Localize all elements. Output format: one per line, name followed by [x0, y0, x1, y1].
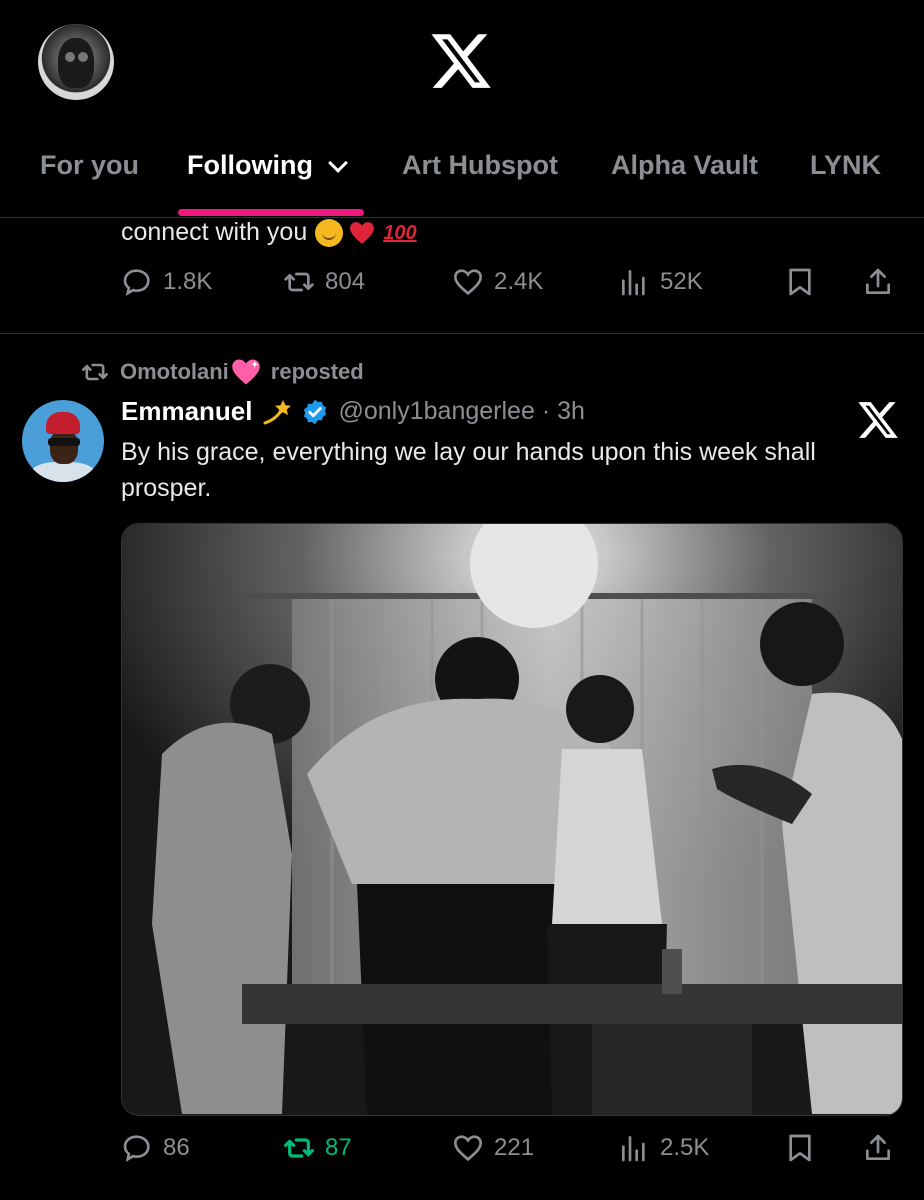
tweet-time: 3h	[557, 397, 585, 425]
tab-label: Following	[187, 150, 313, 180]
repost-icon	[284, 1138, 314, 1158]
bookmark-button[interactable]	[784, 1132, 826, 1164]
like-button[interactable]: 2.4K	[452, 266, 543, 298]
like-count: 221	[494, 1134, 535, 1161]
share-button[interactable]	[862, 266, 904, 298]
divider	[0, 333, 924, 334]
repost-context[interactable]: Omotolani reposted	[80, 358, 364, 386]
tab-label: LYNK	[810, 150, 882, 180]
heart-icon	[453, 269, 483, 296]
heart-icon	[453, 1135, 483, 1162]
repost-icon	[284, 272, 314, 292]
chevron-down-icon[interactable]	[328, 153, 348, 173]
handle-text: @only1bangerlee	[338, 397, 535, 425]
repost-icon	[82, 363, 108, 381]
repost-count: 804	[325, 268, 366, 295]
profile-avatar[interactable]	[38, 24, 114, 100]
time-separator: ·	[541, 397, 551, 425]
views-count: 52K	[660, 268, 703, 295]
tab-label: For you	[40, 150, 139, 180]
x-logo-icon[interactable]	[428, 28, 494, 94]
repost-button[interactable]: 87	[283, 1132, 352, 1164]
author-line: Emmanuel @only1bangerlee · 3h	[121, 396, 585, 427]
timeline-tabs: For you Following Art Hubspot Alpha Vaul…	[0, 140, 924, 200]
tweet-media-image[interactable]	[121, 523, 903, 1116]
tab-lynk[interactable]: LYNK	[810, 150, 881, 181]
tab-following[interactable]: Following	[187, 150, 348, 181]
tweet-actions: 1.8K 804 2.4K 52K	[0, 266, 924, 310]
like-button[interactable]: 221	[452, 1132, 534, 1164]
avatar-face	[50, 430, 78, 464]
reply-button[interactable]: 1.8K	[121, 266, 212, 298]
repost-label: reposted	[270, 359, 364, 384]
hundred-points-icon: 100	[383, 221, 417, 244]
repost-count: 87	[325, 1134, 352, 1161]
author-handle: @only1bangerlee · 3h	[339, 397, 585, 426]
avatar-hat	[46, 412, 80, 434]
tweet-text: connect with you 100	[121, 218, 417, 248]
tweet-text-content: connect with you	[121, 218, 308, 246]
prayer-photo	[122, 524, 902, 1115]
avatar-eye	[78, 52, 88, 62]
bookmark-button[interactable]	[784, 266, 826, 298]
views-icon	[622, 1136, 645, 1162]
bookmark-icon	[789, 1134, 811, 1162]
sparkling-heart-icon	[232, 359, 260, 385]
reply-count: 1.8K	[163, 268, 213, 295]
views-count: 2.5K	[660, 1134, 710, 1161]
top-bar: For you Following Art Hubspot Alpha Vaul…	[0, 0, 924, 218]
views-button[interactable]: 52K	[618, 266, 703, 298]
like-count: 2.4K	[494, 268, 544, 295]
author-avatar[interactable]	[22, 400, 104, 482]
reply-button[interactable]: 86	[121, 1132, 190, 1164]
tab-label: Art Hubspot	[402, 150, 558, 180]
hugging-face-icon	[315, 219, 344, 248]
tab-art-hubspot[interactable]: Art Hubspot	[402, 150, 558, 181]
views-button[interactable]: 2.5K	[618, 1132, 709, 1164]
reply-icon	[123, 269, 150, 297]
avatar-shirt	[30, 462, 96, 482]
avatar-figure	[58, 38, 94, 88]
tab-label: Alpha Vault	[611, 150, 759, 180]
red-heart-icon	[350, 222, 375, 245]
views-icon	[622, 270, 645, 296]
verified-badge-icon	[303, 399, 326, 424]
tab-for-you[interactable]: For you	[40, 150, 139, 181]
share-button[interactable]	[862, 1132, 904, 1164]
tweet-actions: 86 87 221 2.5K	[0, 1132, 924, 1176]
bookmark-icon	[789, 268, 811, 296]
avatar-glasses	[48, 438, 80, 446]
reply-count: 86	[163, 1134, 190, 1161]
active-tab-indicator	[178, 209, 364, 216]
dizzy-icon	[263, 399, 291, 424]
avatar-eye	[65, 52, 75, 62]
tab-alpha-vault[interactable]: Alpha Vault	[611, 150, 758, 181]
share-icon	[866, 268, 890, 294]
tweet-text: By his grace, everything we lay our hand…	[121, 438, 816, 502]
author-name[interactable]: Emmanuel	[121, 396, 253, 427]
reply-icon	[123, 1135, 150, 1163]
repost-user: Omotolani	[120, 359, 229, 384]
x-logo-icon[interactable]	[856, 398, 900, 442]
share-icon	[866, 1134, 890, 1160]
repost-button[interactable]: 804	[283, 266, 365, 298]
